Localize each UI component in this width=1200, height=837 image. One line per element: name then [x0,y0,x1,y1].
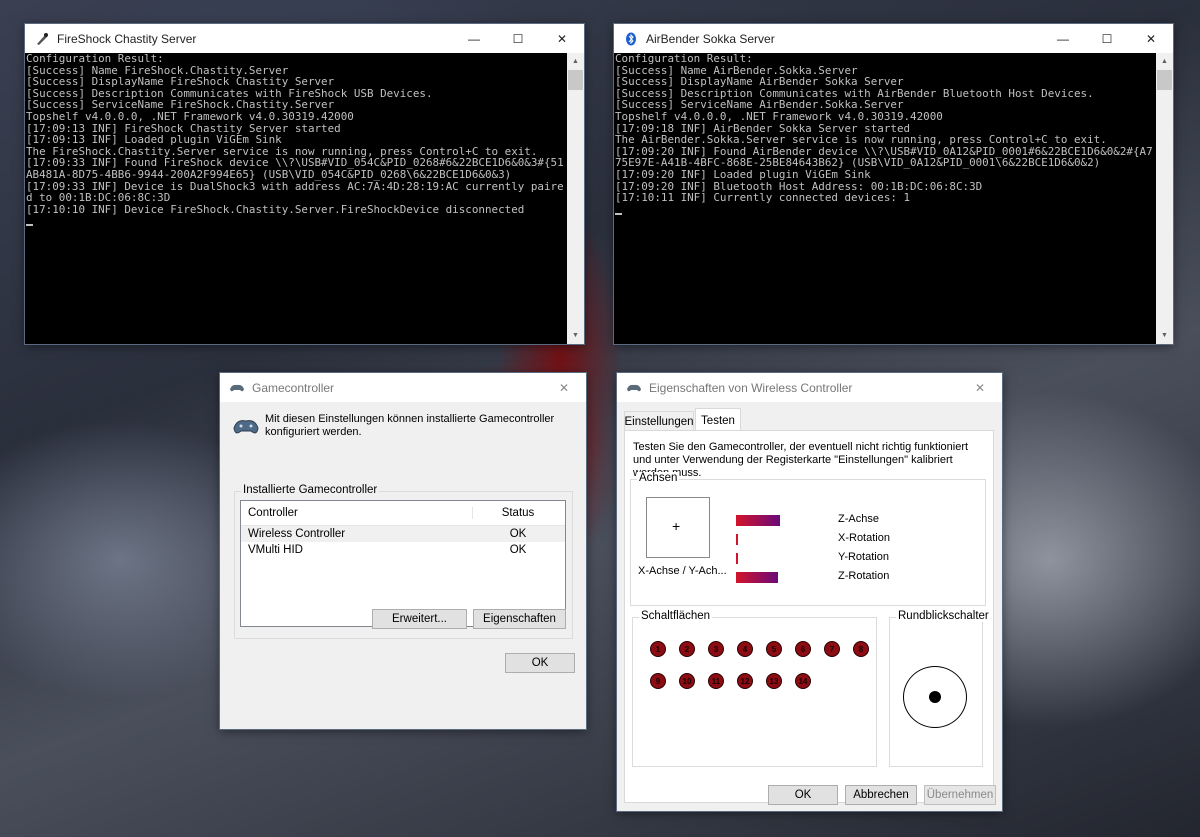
axis-label: X-Rotation [838,532,890,544]
scroll-down-icon[interactable]: ▼ [1156,327,1173,344]
list-item[interactable]: VMulti HID OK [241,542,565,558]
intro-text: Mit diesen Einstellungen können installi… [265,413,555,438]
apply-button: Übernehmen [924,785,996,805]
axis-label: Z-Achse [838,513,879,525]
tab-test[interactable]: Testen [695,408,741,432]
scroll-up-icon[interactable]: ▲ [1156,53,1173,70]
title-bar[interactable]: FireShock Chastity Server — ☐ ✕ [25,24,584,53]
window-title: AirBender Sokka Server [646,31,775,46]
axis-bar [736,534,738,545]
controller-button-indicator: 3 [708,641,724,657]
test-panel: Testen Sie den Gamecontroller, der event… [624,430,994,803]
gamepad-icon [626,380,642,396]
pov-group: Rundblickschalter [889,610,991,767]
console-output[interactable]: Configuration Result: [Success] Name Air… [614,53,1173,344]
controller-button-indicator: 7 [824,641,840,657]
xy-axis-label: X-Achse / Y-Ach... [638,565,727,577]
airbender-console-window: AirBender Sokka Server — ☐ ✕ Configurati… [614,24,1173,344]
controller-button-indicator: 13 [766,673,782,689]
buttons-group: Schaltflächen [632,610,877,767]
controller-button-indicator: 11 [708,673,724,689]
controller-button-indicator: 1 [650,641,666,657]
group-label: Installierte Gamecontroller [241,484,380,496]
controller-button-indicator: 8 [853,641,869,657]
window-title: Gamecontroller [252,380,335,395]
controller-button-indicator: 12 [737,673,753,689]
gamepad-large-icon [232,416,260,441]
controller-status: OK [509,528,527,540]
axis-label: Y-Rotation [838,551,889,563]
axis-bar [736,553,738,564]
axis-bar [736,515,780,526]
scroll-thumb[interactable] [1157,70,1172,90]
controller-button-indicator: 5 [766,641,782,657]
title-bar[interactable]: AirBender Sokka Server — ☐ ✕ [614,24,1173,53]
controller-name: Wireless Controller [248,528,346,540]
scroll-up-icon[interactable]: ▲ [567,53,584,70]
group-label: Rundblickschalter [896,610,991,622]
fireshock-console-window: FireShock Chastity Server — ☐ ✕ Configur… [25,24,584,344]
close-icon[interactable]: ✕ [542,373,586,402]
xy-axis-box: + [646,497,710,558]
cancel-button[interactable]: Abbrechen [845,785,917,805]
properties-dialog: Eigenschaften von Wireless Controller ✕ … [617,373,1002,811]
controller-list[interactable]: Controller Status Wireless Controller OK… [240,500,566,627]
column-status[interactable]: Status [473,507,563,519]
close-icon[interactable]: ✕ [958,373,1002,402]
vertical-scrollbar[interactable]: ▲ ▼ [567,53,584,344]
maximize-icon[interactable]: ☐ [1085,24,1129,53]
list-item[interactable]: Wireless Controller OK [241,526,565,542]
bluetooth-icon [623,31,639,47]
title-bar[interactable]: Gamecontroller ✕ [220,373,586,402]
console-app-icon [34,31,50,47]
scroll-thumb[interactable] [568,70,583,90]
group-label: Achsen [637,472,680,484]
properties-button[interactable]: Eigenschaften [473,609,566,629]
controller-button-indicator: 14 [795,673,811,689]
axis-label: Z-Rotation [838,570,890,582]
controller-button-indicator: 9 [650,673,666,689]
gamecontroller-dialog: Gamecontroller ✕ Mit diesen Einstellunge… [220,373,586,729]
text-cursor [26,224,33,227]
close-icon[interactable]: ✕ [540,24,584,53]
minimize-icon[interactable]: — [452,24,496,53]
window-title: Eigenschaften von Wireless Controller [649,380,853,395]
controller-button-indicator: 2 [679,641,695,657]
test-description: Testen Sie den Gamecontroller, der event… [633,441,969,479]
axis-bar [736,572,778,583]
crosshair-icon: + [672,518,681,534]
vertical-scrollbar[interactable]: ▲ ▼ [1156,53,1173,344]
controller-button-indicator: 4 [737,641,753,657]
text-cursor [615,212,622,215]
maximize-icon[interactable]: ☐ [496,24,540,53]
pov-indicator [903,666,967,728]
controller-button-indicator: 6 [795,641,811,657]
gamepad-icon [229,380,245,396]
list-header: Controller Status [241,501,565,526]
controller-status: OK [509,544,527,556]
controller-name: VMulti HID [248,544,303,556]
ok-button[interactable]: OK [768,785,838,805]
pov-center-dot [929,691,941,703]
console-text: Configuration Result: [Success] Name Air… [615,53,1153,205]
group-label: Schaltflächen [639,610,713,622]
controller-button-indicator: 10 [679,673,695,689]
scroll-down-icon[interactable]: ▼ [567,327,584,344]
advanced-button[interactable]: Erweitert... [372,609,467,629]
console-text: Configuration Result: [Success] Name Fir… [26,53,564,216]
tab-settings[interactable]: Einstellungen [624,411,694,431]
title-bar[interactable]: Eigenschaften von Wireless Controller ✕ [617,373,1002,402]
column-controller[interactable]: Controller [241,507,473,519]
ok-button[interactable]: OK [505,653,575,673]
console-output[interactable]: Configuration Result: [Success] Name Fir… [25,53,584,344]
close-icon[interactable]: ✕ [1129,24,1173,53]
minimize-icon[interactable]: — [1041,24,1085,53]
window-title: FireShock Chastity Server [57,31,197,46]
